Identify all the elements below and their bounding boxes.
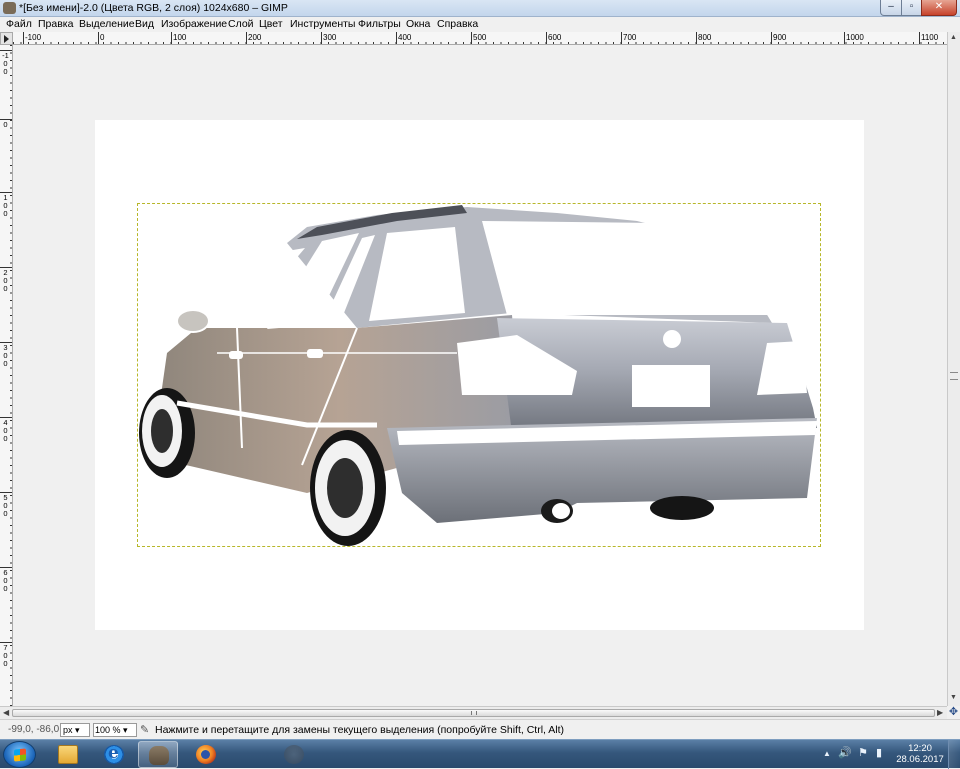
- internet-explorer-icon: [104, 743, 124, 764]
- taskbar: ▲ 🔊 ⚑ ▮ 12:20 28.06.2017: [0, 739, 960, 769]
- ruler-label: 6 0 0: [0, 567, 12, 593]
- ruler-label: 1 0 0: [0, 192, 12, 218]
- canvas-area[interactable]: [13, 45, 947, 706]
- pen-tool-icon: ✎: [140, 724, 150, 736]
- menu-filters[interactable]: Фильтры: [358, 18, 401, 30]
- ruler-label: 900: [770, 32, 787, 44]
- window-title: *[Без имени]-2.0 (Цвета RGB, 2 слоя) 102…: [19, 2, 288, 14]
- menu-view[interactable]: Вид: [135, 18, 154, 30]
- vertical-ruler[interactable]: -1 0 0 0 1 0 0 2 0 0 3 0 0 4 0 0 5 0 0 6…: [0, 45, 13, 706]
- folder-icon: [58, 745, 78, 764]
- firefox-icon: [196, 745, 216, 764]
- menu-windows[interactable]: Окна: [406, 18, 430, 30]
- windows-logo-icon: [14, 748, 26, 762]
- ruler-label: -100: [22, 32, 42, 44]
- ruler-label: -1 0 0: [0, 50, 12, 76]
- ruler-label: 3 0 0: [0, 342, 12, 368]
- menu-image[interactable]: Изображение: [161, 18, 227, 30]
- unit-select[interactable]: px ▾: [60, 723, 90, 737]
- status-bar: -99,0, -86,0 px ▾ 100 % ▾ ✎ Нажмите и пе…: [0, 719, 960, 739]
- zoom-select[interactable]: 100 % ▾: [93, 723, 137, 737]
- clock[interactable]: 12:20 28.06.2017: [895, 743, 945, 765]
- menu-colors[interactable]: Цвет: [259, 18, 283, 30]
- ruler-label: 300: [320, 32, 337, 44]
- ruler-label: 500: [470, 32, 487, 44]
- action-center-icon[interactable]: ⚑: [858, 746, 868, 759]
- taskbar-firefox-button[interactable]: [186, 741, 226, 768]
- tray-expand-icon[interactable]: ▲: [823, 749, 831, 758]
- menu-bar: Файл Правка Выделение Вид Изображение Сл…: [0, 17, 960, 32]
- close-button[interactable]: ✕: [921, 0, 957, 16]
- ruler-label: 4 0 0: [0, 417, 12, 443]
- layer-boundary: [137, 203, 821, 547]
- scroll-down-icon[interactable]: ▼: [950, 694, 957, 701]
- menu-help[interactable]: Справка: [437, 18, 478, 30]
- ruler-label: 0: [97, 32, 105, 44]
- navigate-icon[interactable]: ✥: [947, 706, 960, 719]
- menu-edit[interactable]: Правка: [38, 18, 73, 30]
- minimize-button[interactable]: –: [880, 0, 902, 16]
- app-icon: [284, 745, 304, 764]
- start-button[interactable]: [3, 741, 36, 768]
- gimp-app-icon: [3, 2, 16, 14]
- title-bar: *[Без имени]-2.0 (Цвета RGB, 2 слоя) 102…: [0, 0, 960, 17]
- clock-time: 12:20: [908, 743, 932, 754]
- scrollbar-thumb[interactable]: [950, 372, 958, 380]
- taskbar-gimp-button[interactable]: [138, 741, 178, 768]
- volume-icon[interactable]: 🔊: [838, 746, 852, 759]
- ruler-label: 400: [395, 32, 412, 44]
- clock-date: 28.06.2017: [896, 754, 944, 765]
- status-hint: Нажмите и перетащите для замены текущего…: [155, 724, 565, 736]
- pointer-coordinates: -99,0, -86,0: [8, 724, 60, 735]
- network-icon[interactable]: ▮: [876, 746, 882, 759]
- ruler-label: 100: [170, 32, 187, 44]
- quick-mask-toggle[interactable]: [0, 32, 13, 45]
- ruler-label: 7 0 0: [0, 642, 12, 668]
- ruler-label: 700: [620, 32, 637, 44]
- scroll-up-icon[interactable]: ▲: [950, 34, 957, 41]
- ruler-label: 5 0 0: [0, 492, 12, 518]
- ruler-label: 600: [545, 32, 562, 44]
- horizontal-ruler[interactable]: -100 0 100 200 300 400 500 600 700 800 9…: [13, 32, 947, 45]
- ruler-label: 1100: [918, 32, 939, 44]
- menu-file[interactable]: Файл: [6, 18, 32, 30]
- taskbar-app-button[interactable]: [274, 741, 314, 768]
- ruler-label: 2 0 0: [0, 267, 12, 293]
- scroll-left-icon[interactable]: ◀: [3, 708, 9, 717]
- scroll-right-icon[interactable]: ▶: [937, 708, 943, 717]
- taskbar-explorer-button[interactable]: [48, 741, 88, 768]
- ruler-label: 0: [0, 119, 12, 129]
- horizontal-scrollbar[interactable]: ◀ ▶: [0, 706, 947, 719]
- triangle-right-icon: [4, 35, 9, 43]
- ruler-label: 200: [245, 32, 262, 44]
- menu-tools[interactable]: Инструменты: [290, 18, 355, 30]
- show-desktop-button[interactable]: [948, 740, 960, 769]
- gimp-icon: [149, 746, 169, 765]
- menu-layer[interactable]: Слой: [228, 18, 254, 30]
- scrollbar-thumb[interactable]: [12, 709, 935, 717]
- ruler-label: 1000: [844, 32, 864, 44]
- vertical-scrollbar[interactable]: ▲ ▼: [947, 32, 960, 706]
- taskbar-ie-button[interactable]: [94, 741, 134, 768]
- menu-select[interactable]: Выделение: [79, 18, 135, 30]
- maximize-button[interactable]: ▫: [901, 0, 922, 16]
- ruler-label: 800: [695, 32, 712, 44]
